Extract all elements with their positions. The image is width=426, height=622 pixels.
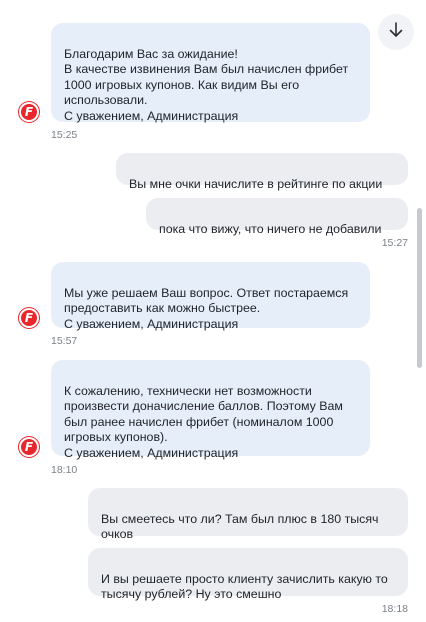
scrollbar-thumb[interactable] — [417, 208, 422, 368]
arrow-down-icon — [388, 21, 404, 44]
message-time: 15:27 — [381, 237, 408, 249]
scrollbar[interactable] — [417, 208, 422, 368]
user-message-bubble: пока что вижу, что ничего не добавили — [146, 198, 408, 236]
support-message-bubble: Мы уже решаем Ваш вопрос. Ответ постарае… — [51, 262, 370, 331]
brand-avatar: F — [19, 437, 39, 457]
brand-avatar: F — [19, 102, 39, 122]
message-text: Мы уже решаем Ваш вопрос. Ответ постарае… — [64, 285, 349, 331]
brand-logo-icon: F — [24, 311, 34, 325]
user-message-bubble: Вы смеетесь что ли? Там был плюс в 180 т… — [88, 488, 408, 541]
brand-avatar: F — [19, 308, 39, 328]
message-time: 18:10 — [51, 464, 78, 476]
brand-logo-icon: F — [24, 440, 34, 454]
message-time: 15:57 — [51, 335, 78, 347]
message-text: пока что вижу, что ничего не добавили — [159, 221, 382, 236]
message-text: Благодарим Вас за ожидание! В качестве и… — [64, 46, 349, 123]
support-message-bubble: К сожалению, технически нет возможности … — [51, 360, 370, 460]
support-message-bubble: Благодарим Вас за ожидание! В качестве и… — [51, 23, 370, 123]
message-time: 18:18 — [381, 603, 408, 615]
message-text: И вы решаете просто клиенту зачислить ка… — [101, 571, 388, 602]
scroll-to-bottom-button[interactable] — [378, 14, 414, 50]
user-message-bubble: И вы решаете просто клиенту зачислить ка… — [88, 548, 408, 601]
message-text: Вы мне очки начислите в рейтинге по акци… — [129, 176, 383, 191]
message-text: Вы смеетесь что ли? Там был плюс в 180 т… — [101, 511, 379, 542]
brand-logo-icon: F — [24, 105, 34, 119]
user-message-bubble: Вы мне очки начислите в рейтинге по акци… — [116, 153, 408, 191]
message-time: 15:25 — [51, 129, 78, 141]
message-text: К сожалению, технически нет возможности … — [64, 383, 343, 460]
